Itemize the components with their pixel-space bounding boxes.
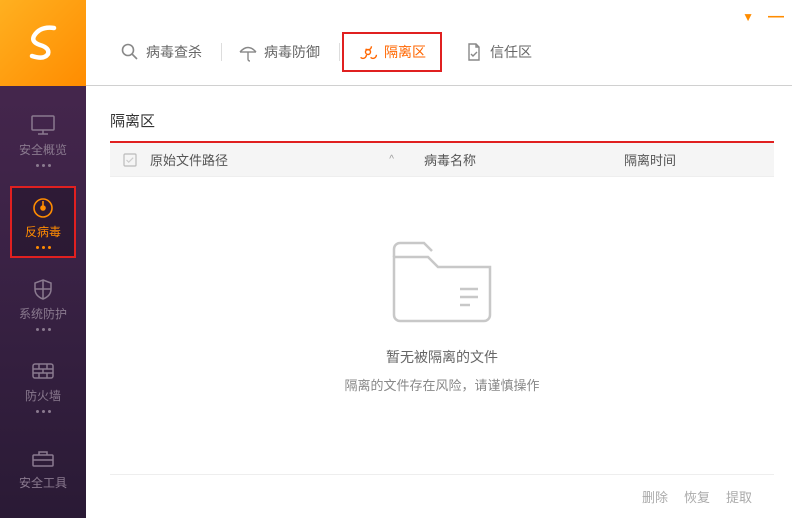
sidebar-item-label: 安全工具 xyxy=(19,474,67,491)
tab-virus-scan[interactable]: 病毒查杀 xyxy=(106,34,216,70)
tab-label: 隔离区 xyxy=(384,42,426,62)
dots-icon xyxy=(36,246,51,249)
sidebar-item-label: 安全概览 xyxy=(19,141,67,158)
col-quarantine-time[interactable]: 隔离时间 xyxy=(624,150,774,169)
table-header: 原始文件路径 ^ 病毒名称 隔离时间 xyxy=(110,143,774,177)
sidebar: 安全概览 反病毒 系统防护 xyxy=(0,0,86,518)
tab-trust-zone[interactable]: 信任区 xyxy=(450,34,546,70)
divider xyxy=(221,43,222,61)
window-controls: ▼ — xyxy=(742,8,784,26)
dots-icon xyxy=(36,410,51,413)
doc-check-icon xyxy=(464,42,484,62)
shield-icon xyxy=(29,277,57,301)
sidebar-item-overview[interactable]: 安全概览 xyxy=(10,104,76,176)
sidebar-item-antivirus[interactable]: 反病毒 xyxy=(10,186,76,258)
biohazard-icon xyxy=(358,42,378,62)
tab-label: 病毒防御 xyxy=(264,42,320,62)
sort-icon: ^ xyxy=(389,154,394,165)
logo-s-icon xyxy=(20,20,66,66)
sidebar-nav: 安全概览 反病毒 系统防护 xyxy=(10,86,76,518)
empty-title: 暂无被隔离的文件 xyxy=(386,347,498,367)
panel-title: 隔离区 xyxy=(110,110,774,141)
dots-icon xyxy=(36,164,51,167)
action-bar: 删除 恢复 提取 xyxy=(110,474,774,518)
col-original-path[interactable]: 原始文件路径 ^ xyxy=(150,150,424,169)
sidebar-item-label: 系统防护 xyxy=(19,305,67,322)
sidebar-item-firewall[interactable]: 防火墙 xyxy=(10,350,76,422)
gauge-icon xyxy=(29,195,57,219)
sidebar-item-tools[interactable]: 安全工具 xyxy=(10,432,76,504)
col-label: 病毒名称 xyxy=(424,153,476,168)
main-area: ▼ — 病毒查杀 病毒防御 隔离区 xyxy=(86,0,792,518)
col-label: 原始文件路径 xyxy=(150,150,228,169)
folder-empty-icon xyxy=(382,227,502,327)
delete-button[interactable]: 删除 xyxy=(642,487,668,506)
menu-dropdown-button[interactable]: ▼ xyxy=(742,10,754,24)
col-virus-name[interactable]: 病毒名称 xyxy=(424,150,624,169)
minimize-button[interactable]: — xyxy=(768,8,784,26)
restore-button[interactable]: 恢复 xyxy=(684,487,710,506)
empty-state: 暂无被隔离的文件 隔离的文件存在风险，请谨慎操作 xyxy=(110,177,774,474)
firewall-icon xyxy=(29,359,57,383)
tab-label: 病毒查杀 xyxy=(146,42,202,62)
col-label: 隔离时间 xyxy=(624,153,676,168)
sidebar-item-label: 防火墙 xyxy=(25,387,61,404)
empty-subtitle: 隔离的文件存在风险，请谨慎操作 xyxy=(344,375,539,394)
tab-quarantine[interactable]: 隔离区 xyxy=(342,32,442,72)
sidebar-item-system-protect[interactable]: 系统防护 xyxy=(10,268,76,340)
tab-label: 信任区 xyxy=(490,42,532,62)
search-icon xyxy=(120,42,140,62)
top-tabs: 病毒查杀 病毒防御 隔离区 信任区 xyxy=(86,0,792,86)
sidebar-item-label: 反病毒 xyxy=(25,223,61,240)
logo xyxy=(0,0,86,86)
tab-virus-defense[interactable]: 病毒防御 xyxy=(224,34,334,70)
app-window: 安全概览 反病毒 系统防护 xyxy=(0,0,792,518)
toolbox-icon xyxy=(29,446,57,470)
dots-icon xyxy=(36,328,51,331)
select-all-checkbox[interactable] xyxy=(110,153,150,167)
quarantine-panel: 隔离区 原始文件路径 ^ 病毒名称 隔离时间 xyxy=(86,86,792,518)
extract-button[interactable]: 提取 xyxy=(726,487,752,506)
umbrella-icon xyxy=(238,42,258,62)
divider xyxy=(339,43,340,61)
monitor-icon xyxy=(29,113,57,137)
